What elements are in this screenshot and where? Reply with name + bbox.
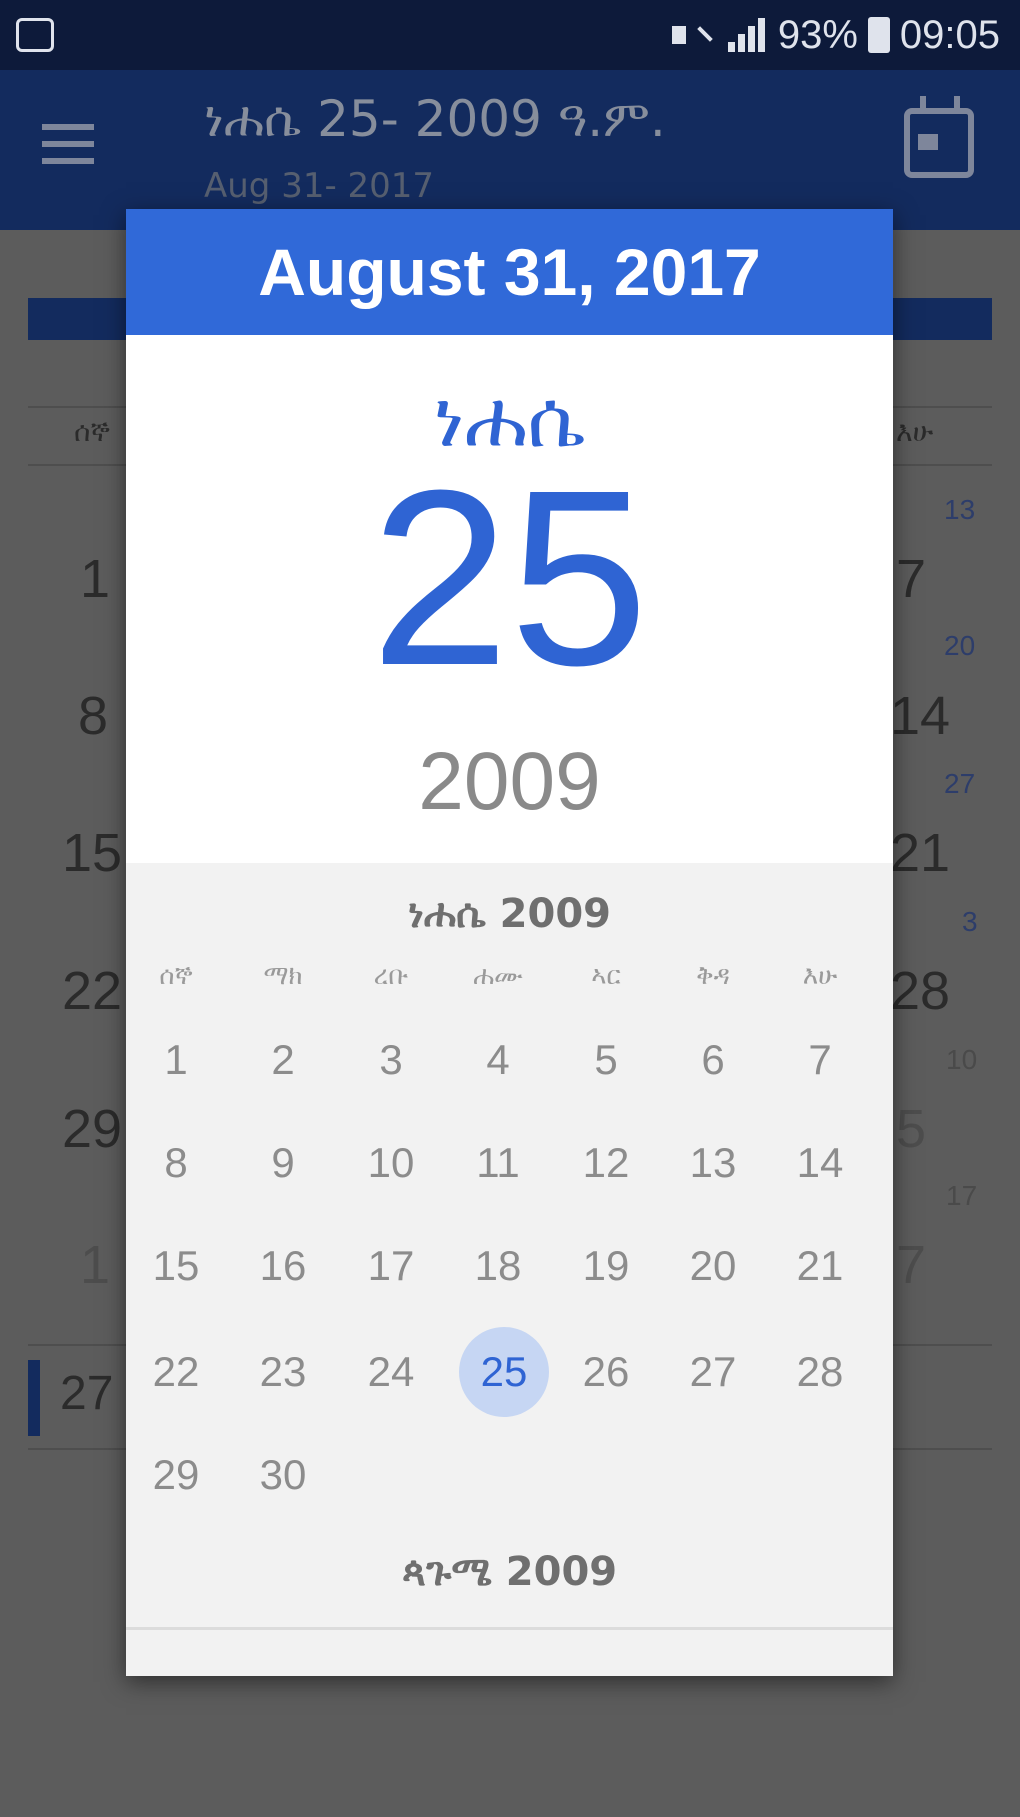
background-date: 1 [80, 549, 111, 609]
background-gregorian-date: 3 [962, 906, 978, 937]
day-cell[interactable]: 8 [126, 1118, 226, 1208]
background-date: 28 [890, 961, 951, 1021]
day-cell[interactable]: 21 [770, 1221, 870, 1311]
status-bar: 93% 09:05 [0, 0, 1020, 70]
notification-icon [16, 18, 54, 52]
day-cell[interactable]: 18 [448, 1221, 548, 1311]
day-cell[interactable]: 12 [556, 1118, 656, 1208]
background-date: 14 [890, 686, 951, 746]
day-cell[interactable]: 1 [126, 1015, 226, 1105]
day-cell[interactable]: 11 [448, 1118, 548, 1208]
day-grid: 1 2 3 4 5 6 7 8 9 10 11 12 13 14 15 16 1… [126, 209, 893, 1676]
day-cell-selected[interactable]: 25 [454, 1327, 554, 1417]
signal-icon [727, 18, 768, 52]
day-cell[interactable]: 13 [663, 1118, 763, 1208]
day-cell[interactable]: 6 [663, 1015, 763, 1105]
day-cell[interactable]: 16 [233, 1221, 333, 1311]
app-subtitle: Aug 31- 2017 [204, 166, 435, 206]
day-cell[interactable]: 22 [126, 1327, 226, 1417]
background-gregorian-date: 10 [946, 1044, 978, 1075]
background-date: 15 [62, 823, 123, 883]
day-cell[interactable]: 28 [770, 1327, 870, 1417]
day-cell[interactable]: 15 [126, 1221, 226, 1311]
background-date: 7 [896, 1235, 927, 1295]
status-right: 93% 09:05 [668, 12, 1000, 58]
calendar-icon[interactable] [904, 96, 974, 178]
day-cell[interactable]: 14 [770, 1118, 870, 1208]
dialog-divider [126, 1627, 893, 1630]
background-event-date: 27 [60, 1367, 114, 1420]
day-cell[interactable]: 19 [556, 1221, 656, 1311]
background-date: 5 [896, 1099, 927, 1159]
date-picker-dialog: August 31, 2017 ነሐሴ 25 2009 ነሐሴ 2009 ሰኞ … [126, 209, 893, 1676]
day-cell[interactable]: 5 [556, 1015, 656, 1105]
day-cell[interactable]: 26 [556, 1327, 656, 1417]
day-cell[interactable]: 17 [341, 1221, 441, 1311]
background-date: 21 [890, 823, 951, 883]
day-cell[interactable]: 2 [233, 1015, 333, 1105]
day-cell[interactable]: 27 [663, 1327, 763, 1417]
day-cell[interactable]: 10 [341, 1118, 441, 1208]
day-cell[interactable]: 23 [233, 1327, 333, 1417]
day-cell[interactable]: 7 [770, 1015, 870, 1105]
battery-icon [867, 17, 890, 53]
background-date: 1 [80, 1235, 111, 1295]
day-cell[interactable]: 29 [126, 1430, 226, 1520]
day-cell[interactable]: 4 [448, 1015, 548, 1105]
day-cell[interactable]: 30 [233, 1430, 333, 1520]
background-date: 8 [78, 686, 109, 746]
mute-icon [668, 18, 718, 52]
menu-icon[interactable] [42, 124, 94, 164]
background-date: 29 [62, 1099, 123, 1159]
day-cell[interactable]: 3 [341, 1015, 441, 1105]
status-time: 09:05 [899, 12, 1000, 57]
next-month-label: ጳጉሜ 2009 [401, 1549, 618, 1595]
background-gregorian-date: 27 [944, 768, 976, 799]
day-cell[interactable]: 24 [341, 1327, 441, 1417]
app-title: ነሐሴ 25- 2009 ዓ.ም. [204, 90, 666, 148]
background-gregorian-date: 20 [944, 630, 976, 661]
background-weekday-left: ሰኞ [74, 416, 110, 447]
background-event-marker [28, 1360, 40, 1436]
day-cell[interactable]: 9 [233, 1118, 333, 1208]
background-gregorian-date: 13 [944, 494, 976, 525]
background-weekday-right: እሁ [896, 416, 934, 447]
background-gregorian-date: 17 [946, 1180, 978, 1211]
background-date: 7 [896, 549, 927, 609]
battery-percent: 93% [777, 12, 858, 57]
day-cell[interactable]: 20 [663, 1221, 763, 1311]
background-date: 22 [62, 961, 123, 1021]
